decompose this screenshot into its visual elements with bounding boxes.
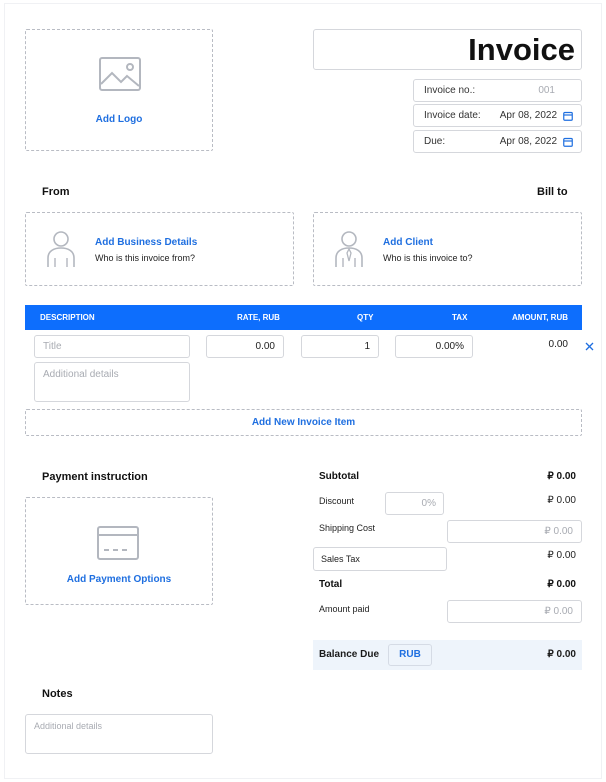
- remove-item-icon[interactable]: [585, 342, 594, 351]
- due-date-value: Apr 08, 2022: [499, 136, 557, 147]
- amount-paid-label: Amount paid: [319, 604, 370, 614]
- item-tax-input[interactable]: 0.00%: [395, 335, 473, 358]
- item-amount: 0.00: [548, 339, 568, 350]
- from-subtitle: Who is this invoice from?: [95, 253, 196, 263]
- discount-label: Discount: [319, 496, 355, 506]
- add-business-details-box[interactable]: Add Business Details Who is this invoice…: [25, 212, 294, 286]
- discount-input[interactable]: 0%: [385, 492, 444, 515]
- from-heading: From: [42, 186, 70, 198]
- invoice-date-value: Apr 08, 2022: [499, 110, 557, 121]
- add-invoice-item-label: Add New Invoice Item: [251, 417, 356, 428]
- item-details-input[interactable]: Additional details: [34, 362, 190, 402]
- add-logo-box[interactable]: Add Logo: [25, 29, 213, 151]
- invoice-date-label: Invoice date:: [424, 110, 481, 121]
- image-icon: [99, 57, 141, 91]
- calendar-icon[interactable]: [563, 137, 573, 147]
- bill-to-heading: Bill to: [537, 186, 568, 198]
- notes-input[interactable]: Additional details: [25, 714, 213, 754]
- invoice-number-label: Invoice no.:: [424, 85, 476, 96]
- invoice-number-value: 001: [538, 85, 555, 96]
- shipping-label: Shipping Cost: [319, 523, 376, 533]
- add-logo-label: Add Logo: [95, 114, 143, 125]
- items-table-header: DESCRIPTION RATE, RUB QTY TAX AMOUNT, RU…: [25, 305, 582, 330]
- total-label: Total: [319, 579, 343, 590]
- column-description: DESCRIPTION: [40, 313, 95, 322]
- bill-to-subtitle: Who is this invoice to?: [383, 253, 473, 263]
- add-invoice-item-button[interactable]: Add New Invoice Item: [25, 409, 582, 436]
- item-title-input[interactable]: Title: [34, 335, 190, 358]
- sales-tax-field[interactable]: Sales Tax: [313, 547, 447, 571]
- column-qty: QTY: [357, 313, 374, 322]
- calendar-icon[interactable]: [563, 111, 573, 121]
- notes-heading: Notes: [42, 688, 73, 700]
- sales-tax-value: ₽ 0.00: [547, 550, 576, 561]
- column-amount: AMOUNT, RUB: [512, 313, 568, 322]
- invoice-title-field[interactable]: Invoice: [313, 29, 582, 70]
- add-client-box[interactable]: Add Client Who is this invoice to?: [313, 212, 582, 286]
- add-payment-options-box[interactable]: Add Payment Options: [25, 497, 213, 605]
- shipping-input[interactable]: ₽ 0.00: [447, 520, 582, 543]
- add-business-details-label: Add Business Details: [95, 237, 198, 248]
- invoice-number-field[interactable]: Invoice no.: 001: [413, 79, 582, 102]
- amount-paid-input[interactable]: ₽ 0.00: [447, 600, 582, 623]
- column-rate: RATE, RUB: [237, 313, 280, 322]
- balance-due-row: Balance Due RUB ₽ 0.00: [313, 640, 582, 670]
- person-icon: [47, 231, 75, 267]
- due-date-label: Due:: [424, 136, 446, 147]
- total-value: ₽ 0.00: [547, 579, 576, 590]
- invoice-title: Invoice: [468, 32, 575, 67]
- payment-heading: Payment instruction: [42, 471, 148, 483]
- subtotal-label: Subtotal: [319, 471, 359, 482]
- balance-due-label: Balance Due: [319, 649, 380, 660]
- add-payment-options-label: Add Payment Options: [66, 574, 172, 585]
- invoice-date-field[interactable]: Invoice date: Apr 08, 2022: [413, 104, 582, 127]
- balance-due-value: ₽ 0.00: [547, 649, 576, 660]
- column-tax: TAX: [452, 313, 468, 322]
- subtotal-value: ₽ 0.00: [547, 471, 576, 482]
- person-tie-icon: [335, 231, 363, 267]
- due-date-field[interactable]: Due: Apr 08, 2022: [413, 130, 582, 153]
- add-client-label: Add Client: [383, 237, 433, 248]
- credit-card-icon: [97, 526, 139, 560]
- item-rate-input[interactable]: 0.00: [206, 335, 284, 358]
- item-qty-input[interactable]: 1: [301, 335, 379, 358]
- currency-selector[interactable]: RUB: [388, 644, 432, 666]
- discount-value: ₽ 0.00: [547, 495, 576, 506]
